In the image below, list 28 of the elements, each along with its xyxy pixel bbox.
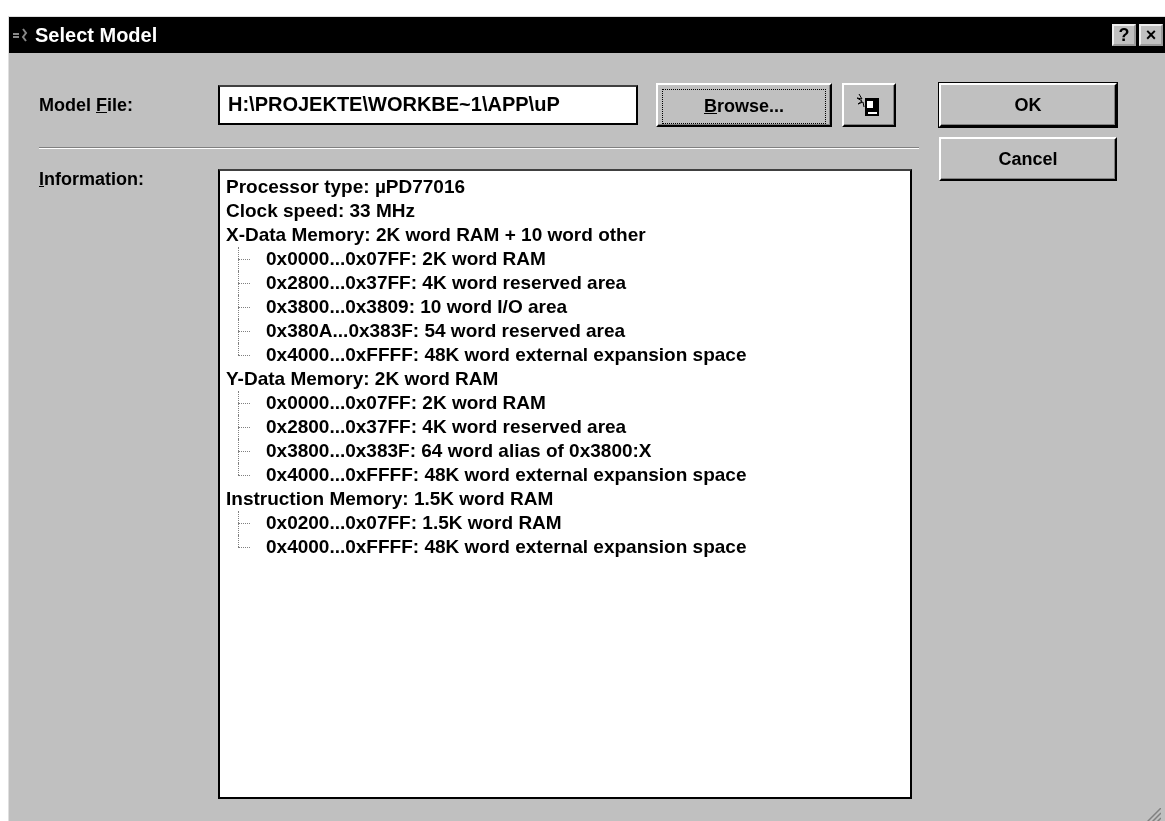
field-label: Information: [39, 169, 145, 190]
info-line: 0x3800...0x3809: 10 word I/O area [266, 295, 568, 319]
wizard-button[interactable] [842, 83, 896, 127]
browse-button[interactable]: Browse... [656, 83, 832, 127]
info-line: Clock speed: 33 MHz [226, 199, 416, 223]
info-line: 0x2800...0x37FF: 4K word reserved area [266, 415, 627, 439]
info-line: 0x2800...0x37FF: 4K word reserved area [266, 271, 627, 295]
info-line: 0x4000...0xFFFF: 48K word external expansion space [266, 343, 747, 367]
help-button[interactable]: ? [1112, 24, 1136, 46]
model-file-field[interactable]: H:\PROJEKTE\WORKBE~1\APP\uP [218, 85, 638, 125]
close-button[interactable]: × [1139, 24, 1163, 46]
ok-button[interactable]: OK [939, 83, 1117, 127]
cancel-button[interactable]: Cancel [939, 137, 1117, 181]
info-line: Processor type: µPD77016 [226, 175, 467, 199]
info-line: X-Data Memory: 2K word RAM + 10 word other [226, 223, 647, 247]
info-line: 0x0200...0x07FF: 1.5K word RAM [266, 511, 562, 535]
info-line: 0x0000...0x07FF: 2K word RAM [266, 391, 546, 415]
info-line: 0x4000...0xFFFF: 48K word external expansion space [266, 463, 747, 487]
info-line: Instruction Memory: 1.5K word RAM [226, 487, 555, 511]
resize-grip-icon [1147, 808, 1161, 821]
field-label: Model File: [39, 94, 134, 116]
window-title: Select Model [35, 23, 158, 47]
document-sparkle-icon [856, 92, 882, 118]
info-line: 0x3800...0x383F: 64 word alias of 0x3800:X [266, 439, 652, 463]
info-line: 0x380A...0x383F: 54 word reserved area [266, 319, 626, 343]
info-line: Y-Data Memory: 2K word RAM [226, 367, 500, 391]
info-line: 0x4000...0xFFFF: 48K word external expansion space [266, 535, 747, 559]
info-line: 0x0000...0x07FF: 2K word RAM [266, 247, 546, 271]
